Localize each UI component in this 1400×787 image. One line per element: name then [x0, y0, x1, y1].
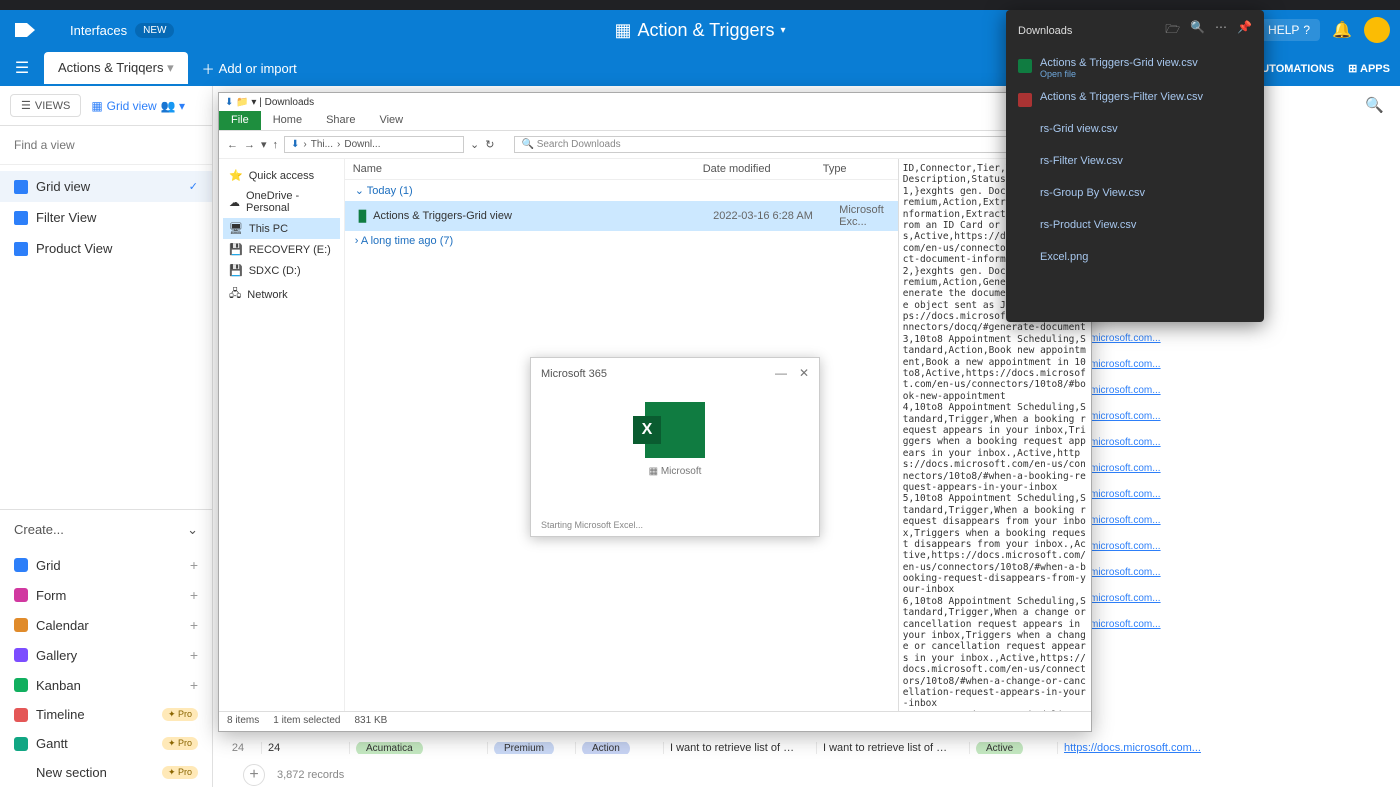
create-timeline[interactable]: Timeline✦ Pro: [0, 700, 212, 729]
up-icon[interactable]: ↑: [273, 139, 279, 151]
views-button[interactable]: ☰ VIEWS: [10, 94, 81, 117]
excel-splash: Microsoft 365 — ✕ ▦ Microsoft Starting Mi…: [530, 357, 820, 537]
more-icon[interactable]: ⋯: [1215, 20, 1227, 41]
download-file[interactable]: rs-Product View.csv: [1018, 209, 1252, 241]
ribbon-home[interactable]: Home: [261, 111, 314, 130]
minimize-icon[interactable]: —: [775, 366, 787, 380]
airtable-logo[interactable]: [0, 23, 50, 37]
add-import-button[interactable]: ＋Add or import: [202, 59, 297, 78]
create-form[interactable]: Form+: [0, 580, 212, 610]
create-gantt[interactable]: Gantt✦ Pro: [0, 729, 212, 758]
tab-actions-triggers[interactable]: Actions & Triqqers ▾: [44, 52, 188, 84]
new-badge: NEW: [135, 23, 174, 38]
excel-logo-icon: [645, 402, 705, 458]
create-grid[interactable]: Grid+: [0, 550, 212, 580]
download-item[interactable]: Actions & Triggers-Grid view.csvOpen fil…: [1018, 51, 1252, 85]
pin-icon[interactable]: 📌: [1237, 20, 1252, 41]
chevron-down-icon[interactable]: ▾: [781, 25, 786, 36]
create-kanban[interactable]: Kanban+: [0, 670, 212, 700]
quick-access[interactable]: ⭐Quick access: [223, 165, 340, 186]
chevron-down-icon: ⌄: [187, 522, 198, 538]
explorer-titlebar[interactable]: ⬇ 📁 ▾ | Downloads —☐✕: [219, 93, 1091, 111]
table-row[interactable]: microsoft.com...: [1083, 326, 1183, 350]
table-row[interactable]: microsoft.com...: [1083, 404, 1183, 428]
view-filter-view[interactable]: Filter View: [0, 202, 212, 233]
explorer-search[interactable]: 🔍 Search Downloads: [514, 136, 1083, 153]
file-icon: [1018, 93, 1032, 107]
table-row[interactable]: microsoft.com...: [1083, 508, 1183, 532]
search-views[interactable]: [0, 126, 212, 165]
create-header[interactable]: Create...⌄: [0, 510, 212, 550]
close-icon[interactable]: ✕: [799, 366, 809, 380]
excel-file-icon: ▉: [359, 210, 367, 223]
apps-link[interactable]: ⊞ APPS: [1348, 62, 1390, 75]
table-row[interactable]: microsoft.com...: [1083, 378, 1183, 402]
col-name[interactable]: Name: [353, 163, 703, 175]
sdxc-drive[interactable]: 💾SDXC (D:): [223, 260, 340, 281]
breadcrumb[interactable]: ⬇ › Thi... › Downl...: [284, 136, 464, 153]
table-row[interactable]: microsoft.com...: [1083, 456, 1183, 480]
ribbon-view[interactable]: View: [367, 111, 415, 130]
download-file[interactable]: rs-Group By View.csv: [1018, 177, 1252, 209]
add-row-button[interactable]: +: [243, 764, 265, 786]
ribbon-share[interactable]: Share: [314, 111, 367, 130]
folder-icon: 📁: [236, 97, 248, 108]
microsoft-label: ▦ Microsoft: [541, 466, 809, 477]
help-button[interactable]: HELP?: [1258, 19, 1320, 41]
table-row[interactable]: microsoft.com...: [1083, 534, 1183, 558]
view-grid-view[interactable]: Grid view: [0, 171, 212, 202]
folder-icon[interactable]: 🗁: [1165, 20, 1180, 41]
search-icon[interactable]: 🔍: [1190, 20, 1205, 41]
open-file-link[interactable]: Open file: [1040, 69, 1198, 79]
base-icon: ▦: [614, 20, 631, 41]
forward-icon[interactable]: →: [244, 139, 255, 151]
group-long-ago[interactable]: › A long time ago (7): [345, 231, 898, 251]
onedrive[interactable]: ☁OneDrive - Personal: [223, 186, 340, 218]
back-icon[interactable]: ←: [227, 139, 238, 151]
table-row[interactable]: microsoft.com...: [1083, 352, 1183, 376]
download-file[interactable]: rs-Grid view.csv: [1018, 113, 1252, 145]
menu-icon[interactable]: ☰: [0, 58, 44, 78]
search-icon[interactable]: 🔍: [1365, 96, 1384, 114]
explorer-sidebar: ⭐Quick access ☁OneDrive - Personal 🖥This…: [219, 159, 345, 711]
file-csv[interactable]: ▉ Actions & Triggers-Grid view 2022-03-1…: [345, 201, 898, 231]
table-row[interactable]: microsoft.com...: [1083, 482, 1183, 506]
explorer-status: 8 items 1 item selected 831 KB: [219, 711, 1091, 731]
table-row[interactable]: microsoft.com...: [1083, 612, 1183, 636]
group-today[interactable]: ⌄ Today (1): [345, 180, 898, 201]
download-file[interactable]: Excel.png: [1018, 241, 1252, 273]
splash-title: Microsoft 365: [541, 368, 809, 380]
browser-chrome: [0, 0, 1400, 10]
table-row[interactable]: microsoft.com...: [1083, 430, 1183, 454]
avatar[interactable]: [1364, 17, 1390, 43]
starting-text: Starting Microsoft Excel...: [541, 520, 643, 530]
download-item[interactable]: Actions & Triggers-Filter View.csv: [1018, 85, 1252, 113]
create-gallery[interactable]: Gallery+: [0, 640, 212, 670]
interfaces-link[interactable]: Interfaces: [70, 23, 127, 38]
page-title[interactable]: ▦ Action & Triggers ▾: [614, 20, 785, 41]
ribbon-file[interactable]: File: [219, 111, 261, 130]
record-count: 3,872 records: [277, 769, 344, 781]
network[interactable]: 🖧Network: [223, 281, 340, 308]
excel-file-icon: [1018, 59, 1032, 73]
browser-downloads-panel: Downloads 🗁 🔍 ⋯ 📌 Actions & Triggers-Gri…: [1006, 10, 1264, 322]
table-row[interactable]: microsoft.com...: [1083, 560, 1183, 584]
col-date[interactable]: Date modified: [703, 163, 823, 175]
table-row[interactable]: 24 24 Acumatica Premium Action I want to…: [223, 736, 1393, 760]
recovery-drive[interactable]: 💾RECOVERY (E:): [223, 239, 340, 260]
table-row[interactable]: microsoft.com...: [1083, 586, 1183, 610]
downloads-title: Downloads: [1018, 25, 1072, 37]
create-calendar[interactable]: Calendar+: [0, 610, 212, 640]
refresh-icon[interactable]: ↻: [485, 138, 494, 151]
current-view[interactable]: ▦ Grid view 👥 ▾: [91, 94, 185, 117]
view-product-view[interactable]: Product View: [0, 233, 212, 264]
notifications-icon[interactable]: 🔔: [1332, 20, 1352, 40]
down-arrow-icon: ⬇: [225, 97, 233, 108]
search-views-input[interactable]: [14, 138, 198, 152]
create-new-section[interactable]: New section✦ Pro: [0, 758, 212, 787]
views-sidebar: ☰ VIEWS ▦ Grid view 👥 ▾ Grid view Filter…: [0, 86, 213, 787]
col-type[interactable]: Type: [823, 163, 847, 175]
download-file[interactable]: rs-Filter View.csv: [1018, 145, 1252, 177]
this-pc[interactable]: 🖥This PC: [223, 218, 340, 239]
